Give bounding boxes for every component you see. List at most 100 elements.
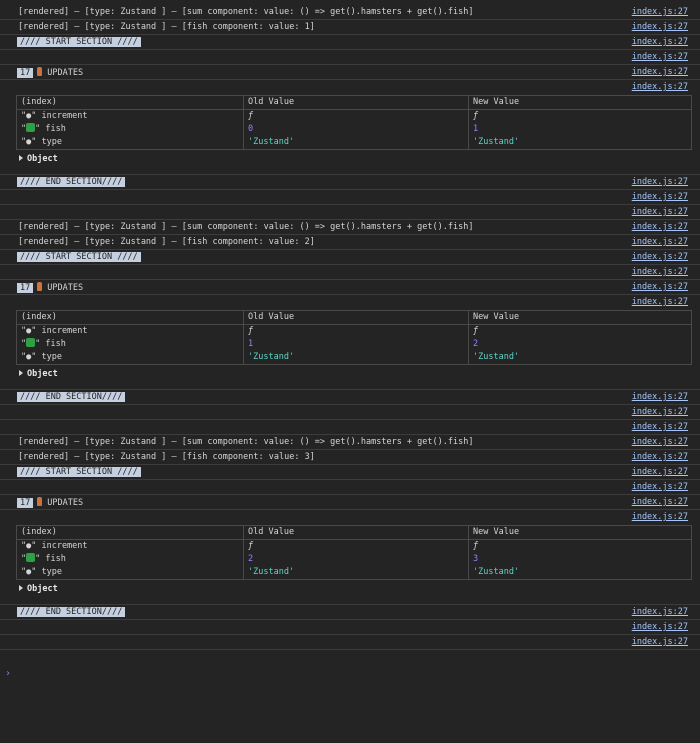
updates-table: (index) Old Value New Value "●" incremen… (16, 310, 692, 365)
source-link[interactable]: index.js:27 (632, 192, 688, 203)
row-label-fish: " " fish (21, 123, 66, 134)
object-toggle[interactable]: Object (19, 584, 58, 594)
table-row: " " fish 2 3 (17, 553, 692, 566)
header-index[interactable]: (index) (16, 95, 244, 110)
row-label-increment: "●" increment (21, 326, 88, 336)
source-link[interactable]: index.js:27 (632, 282, 688, 293)
table-row: "●" type 'Zustand' 'Zustand' (17, 351, 692, 365)
expand-triangle-icon (19, 370, 23, 376)
header-index[interactable]: (index) (16, 310, 244, 325)
source-link[interactable]: index.js:27 (632, 407, 688, 418)
source-link[interactable]: index.js:27 (632, 497, 688, 508)
header-new-value[interactable]: New Value (468, 525, 692, 540)
render-fish-message: [rendered] — [type: Zustand ] — [fish co… (18, 237, 315, 247)
type-new-value: 'Zustand' (468, 136, 692, 150)
source-link[interactable]: index.js:27 (632, 607, 688, 618)
increment-new-value[interactable]: ƒ (468, 324, 692, 338)
increment-old-value[interactable]: ƒ (243, 109, 469, 123)
row-label-fish: " " fish (21, 553, 66, 564)
source-link[interactable]: index.js:27 (632, 22, 688, 33)
source-link[interactable]: index.js:27 (632, 222, 688, 233)
table-row: "●" increment ƒ ƒ (17, 539, 692, 553)
table-row: "●" increment ƒ ƒ (17, 324, 692, 338)
source-link[interactable]: index.js:27 (632, 437, 688, 448)
start-section-banner: //// START SECTION //// (17, 252, 141, 262)
updates-count-badge: 17 (17, 498, 34, 508)
expand-triangle-icon (19, 585, 23, 591)
log-line: [rendered] — [type: Zustand ] — [sum com… (0, 5, 700, 20)
increment-old-value[interactable]: ƒ (243, 324, 469, 338)
log-line: [rendered] — [type: Zustand ] — [fish co… (0, 450, 700, 465)
type-old-value: 'Zustand' (243, 351, 469, 365)
source-link[interactable]: index.js:27 (632, 422, 688, 433)
header-index[interactable]: (index) (16, 525, 244, 540)
source-link[interactable]: index.js:27 (632, 67, 688, 78)
log-line: //// START SECTION //// index.js:27 (0, 465, 700, 480)
header-old-value[interactable]: Old Value (243, 95, 469, 110)
table-row: "●" type 'Zustand' 'Zustand' (17, 136, 692, 150)
log-line: index.js:27 (0, 265, 700, 280)
log-line: index.js:27 (0, 205, 700, 220)
render-sum-message: [rendered] — [type: Zustand ] — [sum com… (18, 7, 474, 17)
header-old-value[interactable]: Old Value (243, 525, 469, 540)
expand-triangle-icon (19, 155, 23, 161)
log-line: index.js:27 (0, 190, 700, 205)
source-link[interactable]: index.js:27 (632, 452, 688, 463)
console-table-block: index.js:27 (index) Old Value New Value … (0, 510, 700, 605)
source-link[interactable]: index.js:27 (632, 177, 688, 188)
log-line: [rendered] — [type: Zustand ] — [sum com… (0, 435, 700, 450)
header-old-value[interactable]: Old Value (243, 310, 469, 325)
console-log: [rendered] — [type: Zustand ] — [sum com… (0, 0, 700, 650)
row-label-type: "●" type (21, 137, 62, 147)
header-new-value[interactable]: New Value (468, 95, 692, 110)
updates-table: (index) Old Value New Value "●" incremen… (16, 525, 692, 580)
console-prompt[interactable]: › (5, 668, 11, 679)
fish-old-value: 0 (243, 123, 469, 136)
source-link[interactable]: index.js:27 (632, 252, 688, 263)
object-toggle[interactable]: Object (19, 154, 58, 164)
row-label-increment: "●" increment (21, 541, 88, 551)
check-icon (26, 123, 36, 132)
log-line: index.js:27 (0, 420, 700, 435)
table-row: "●" type 'Zustand' 'Zustand' (17, 566, 692, 580)
console-table-block: index.js:27 (index) Old Value New Value … (0, 80, 700, 175)
source-link[interactable]: index.js:27 (632, 482, 688, 493)
table-row: " " fish 1 2 (17, 338, 692, 351)
log-line: index.js:27 (0, 635, 700, 650)
increment-new-value[interactable]: ƒ (468, 109, 692, 123)
source-link[interactable]: index.js:27 (632, 622, 688, 633)
start-section-banner: //// START SECTION //// (17, 467, 141, 477)
source-link[interactable]: index.js:27 (632, 297, 688, 308)
log-line: index.js:27 (0, 620, 700, 635)
log-line: [rendered] — [type: Zustand ] — [fish co… (0, 20, 700, 35)
source-link[interactable]: index.js:27 (632, 7, 688, 18)
updates-label: UPDATES (47, 283, 84, 293)
object-toggle[interactable]: Object (19, 369, 58, 379)
source-link[interactable]: index.js:27 (632, 207, 688, 218)
header-new-value[interactable]: New Value (468, 310, 692, 325)
source-link[interactable]: index.js:27 (632, 37, 688, 48)
log-line: [rendered] — [type: Zustand ] — [fish co… (0, 235, 700, 250)
log-line: 17 UPDATES index.js:27 (0, 495, 700, 510)
source-link[interactable]: index.js:27 (632, 467, 688, 478)
increment-new-value[interactable]: ƒ (468, 539, 692, 553)
type-new-value: 'Zustand' (468, 566, 692, 580)
log-line: 17 UPDATES index.js:27 (0, 280, 700, 295)
source-link[interactable]: index.js:27 (632, 237, 688, 248)
end-section-banner: //// END SECTION//// (17, 607, 126, 617)
increment-old-value[interactable]: ƒ (243, 539, 469, 553)
source-link[interactable]: index.js:27 (632, 512, 688, 523)
log-line: index.js:27 (0, 405, 700, 420)
updates-count-badge: 17 (17, 283, 34, 293)
row-label-increment: "●" increment (21, 111, 88, 121)
table-row: "●" increment ƒ ƒ (17, 109, 692, 123)
log-line: [rendered] — [type: Zustand ] — [sum com… (0, 220, 700, 235)
source-link[interactable]: index.js:27 (632, 82, 688, 93)
row-label-type: "●" type (21, 567, 62, 577)
source-link[interactable]: index.js:27 (632, 52, 688, 63)
source-link[interactable]: index.js:27 (632, 392, 688, 403)
source-link[interactable]: index.js:27 (632, 267, 688, 278)
source-link[interactable]: index.js:27 (632, 637, 688, 648)
end-section-banner: //// END SECTION//// (17, 177, 126, 187)
hamster-icon (37, 282, 43, 291)
